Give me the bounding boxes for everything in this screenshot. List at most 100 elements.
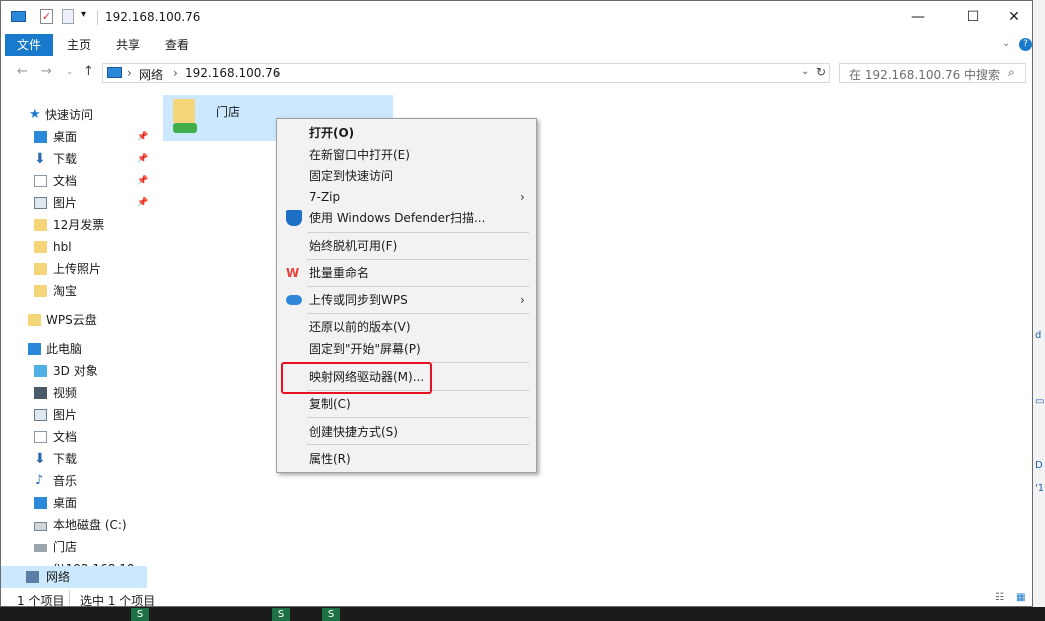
video-icon xyxy=(34,387,47,399)
tab-view[interactable]: 查看 xyxy=(156,34,198,56)
search-icon[interactable]: ⌕ xyxy=(1008,65,1015,80)
back-icon[interactable]: ← xyxy=(17,64,28,79)
nav-folder[interactable]: 12月发票 xyxy=(1,214,147,236)
nav-pictures[interactable]: 图片 📌 xyxy=(1,192,148,214)
defender-shield-icon xyxy=(286,210,302,226)
menu-separator xyxy=(307,417,529,418)
nav-downloads[interactable]: ⬇ 下载 xyxy=(1,448,147,470)
help-icon[interactable]: ? xyxy=(1019,38,1032,51)
nav-desktop[interactable]: 桌面 xyxy=(1,492,147,514)
document-icon xyxy=(34,175,47,187)
nav-desktop[interactable]: 桌面 📌 xyxy=(1,126,149,148)
wps-logo-icon: W xyxy=(286,266,300,280)
details-view-icon[interactable]: ☷ xyxy=(995,592,1004,603)
menu-separator xyxy=(307,444,529,445)
nav-3d-objects[interactable]: 3D 对象 xyxy=(1,360,147,382)
search-placeholder: 在 192.168.100.76 中搜索 xyxy=(849,68,1001,82)
nav-folder[interactable]: 淘宝 xyxy=(1,280,147,302)
menu-item-properties[interactable]: 属性(R) xyxy=(277,448,536,470)
nav-label: 网络 xyxy=(46,570,71,584)
menu-item-7zip[interactable]: 7-Zip › xyxy=(277,186,536,208)
nav-documents[interactable]: 文档 xyxy=(1,426,147,448)
nav-network[interactable]: 网络 xyxy=(1,566,147,588)
nav-label: 3D 对象 xyxy=(53,364,98,378)
nav-quick-access[interactable]: ★ 快速访问 xyxy=(1,104,147,126)
minimize-button[interactable]: — xyxy=(895,1,941,34)
menu-item-pin-quick-access[interactable]: 固定到快速访问 xyxy=(277,165,536,187)
menu-item-create-shortcut[interactable]: 创建快捷方式(S) xyxy=(277,421,536,443)
nav-videos[interactable]: 视频 xyxy=(1,382,147,404)
tab-share[interactable]: 共享 xyxy=(107,34,149,56)
network-drive-icon xyxy=(34,544,47,552)
menu-item-defender-scan[interactable]: 使用 Windows Defender扫描... xyxy=(277,207,536,229)
desktop-icon xyxy=(34,497,47,509)
address-dropdown-icon[interactable]: ⌄ xyxy=(801,66,809,77)
menu-item-open-new-window[interactable]: 在新窗口中打开(E) xyxy=(277,144,536,166)
menu-item-pin-start[interactable]: 固定到"开始"屏幕(P) xyxy=(277,338,536,360)
forward-icon[interactable]: → xyxy=(41,64,52,79)
menu-separator xyxy=(307,232,529,233)
nav-label: 图片 xyxy=(53,408,78,422)
folder-icon xyxy=(34,219,47,231)
nav-label: 下载 xyxy=(53,452,78,466)
menu-item-upload-wps[interactable]: 上传或同步到WPS › xyxy=(277,289,536,311)
cube-3d-icon xyxy=(34,365,47,377)
menu-item-restore-versions[interactable]: 还原以前的版本(V) xyxy=(277,316,536,338)
nav-this-pc[interactable]: 此电脑 xyxy=(1,338,147,360)
tab-file[interactable]: 文件 xyxy=(5,34,53,56)
nav-folder[interactable]: 上传照片 xyxy=(1,258,147,280)
download-arrow-icon: ⬇ xyxy=(34,451,46,467)
tab-home[interactable]: 主页 xyxy=(58,34,100,56)
recent-locations-icon[interactable]: ⌄ xyxy=(66,67,74,77)
folder-icon xyxy=(34,285,47,297)
nav-label: 桌面 xyxy=(53,130,78,144)
nav-label: WPS云盘 xyxy=(46,313,97,327)
cloud-icon xyxy=(286,295,302,305)
menu-item-always-offline[interactable]: 始终脱机可用(F) xyxy=(277,235,536,257)
nav-label: 图片 xyxy=(53,196,78,210)
nav-label: 本地磁盘 (C:) xyxy=(53,518,127,532)
menu-separator xyxy=(307,286,529,287)
address-bar[interactable]: › 网络 › 192.168.100.76 › ⌄ xyxy=(102,63,830,83)
taskbar-sheet-icon[interactable]: S xyxy=(322,608,340,621)
search-input[interactable]: 在 192.168.100.76 中搜索 ⌕ xyxy=(839,63,1026,83)
nav-music[interactable]: ♪ 音乐 xyxy=(1,470,147,492)
nav-folder[interactable]: hbl xyxy=(1,236,147,258)
customize-quick-access-icon[interactable]: ▾ xyxy=(81,9,86,20)
menu-item-batch-rename[interactable]: W 批量重命名 xyxy=(277,262,536,284)
nav-label: 桌面 xyxy=(53,496,78,510)
maximize-button[interactable]: ☐ xyxy=(950,1,996,34)
drive-icon xyxy=(34,522,47,531)
pin-icon: 📌 xyxy=(137,132,149,142)
breadcrumb-network[interactable]: 网络 xyxy=(139,66,163,83)
menu-item-copy[interactable]: 复制(C) xyxy=(277,393,536,415)
breadcrumb-host[interactable]: 192.168.100.76 xyxy=(185,66,280,80)
nav-label: 上传照片 xyxy=(53,262,102,276)
nav-label: 下载 xyxy=(53,152,78,166)
expand-ribbon-icon[interactable]: ⌄ xyxy=(1002,38,1010,49)
chevron-right-icon: › xyxy=(520,293,525,307)
network-share-badge-icon xyxy=(173,123,197,133)
computer-icon xyxy=(28,343,41,355)
nav-label: 文档 xyxy=(53,430,78,444)
nav-label: 12月发票 xyxy=(53,218,105,232)
menu-item-open[interactable]: 打开(O) xyxy=(277,122,536,144)
nav-local-disk[interactable]: 本地磁盘 (C:) xyxy=(1,514,147,536)
menu-separator xyxy=(307,259,529,260)
taskbar-sheet-icon[interactable]: S xyxy=(131,608,149,621)
close-button[interactable]: ✕ xyxy=(991,1,1037,34)
refresh-icon[interactable]: ↻ xyxy=(816,65,826,79)
large-icons-view-icon[interactable]: ▦ xyxy=(1016,592,1025,603)
background-window-edge: d ▭ D '1 xyxy=(1033,0,1045,621)
nav-documents[interactable]: 文档 📌 xyxy=(1,170,148,192)
nav-downloads[interactable]: ⬇ 下载 📌 xyxy=(1,148,148,170)
properties-quick-icon[interactable]: ✓ xyxy=(40,9,53,24)
nav-pictures[interactable]: 图片 xyxy=(1,404,147,426)
nav-wps-cloud[interactable]: WPS云盘 xyxy=(1,309,147,331)
new-folder-quick-icon[interactable] xyxy=(62,9,74,24)
nav-network-drive[interactable]: 门店 (\\192.168.10 xyxy=(1,536,147,576)
document-icon xyxy=(34,431,47,443)
taskbar-sheet-icon[interactable]: S xyxy=(272,608,290,621)
up-icon[interactable]: ↑ xyxy=(83,64,94,79)
status-bar: 1 个项目 选中 1 个项目 ☷ ▦ xyxy=(1,588,1032,608)
